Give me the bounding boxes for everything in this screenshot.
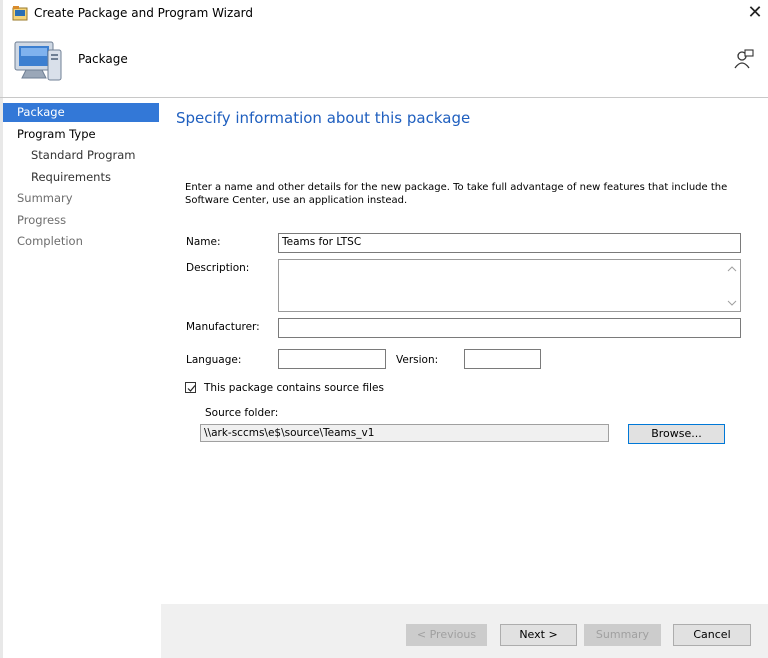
window-edge bbox=[0, 0, 3, 658]
nav-step-completion[interactable]: Completion bbox=[17, 232, 83, 251]
description-scrollbar[interactable] bbox=[724, 260, 740, 311]
source-files-label[interactable]: This package contains source files bbox=[204, 382, 384, 394]
scroll-down-icon[interactable] bbox=[727, 298, 737, 308]
browse-button[interactable]: Browse... bbox=[628, 424, 725, 444]
computer-icon bbox=[12, 38, 64, 84]
nav-step-label: Progress bbox=[17, 213, 67, 227]
nav-step-package[interactable]: Package bbox=[3, 103, 159, 122]
source-folder-field[interactable]: \\ark-sccms\e$\source\Teams_v1 bbox=[200, 424, 609, 442]
cancel-button[interactable]: Cancel bbox=[673, 624, 751, 646]
nav-step-requirements[interactable]: Requirements bbox=[31, 168, 111, 187]
nav-step-summary[interactable]: Summary bbox=[17, 189, 73, 208]
language-label: Language: bbox=[186, 354, 242, 366]
name-label: Name: bbox=[186, 236, 221, 248]
manufacturer-label: Manufacturer: bbox=[186, 321, 260, 333]
nav-step-progress[interactable]: Progress bbox=[17, 211, 66, 230]
nav-step-label: Program Type bbox=[17, 127, 96, 141]
name-field[interactable]: Teams for LTSC bbox=[278, 233, 741, 253]
page-heading: Specify information about this package bbox=[176, 109, 471, 127]
scroll-up-icon[interactable] bbox=[727, 264, 737, 274]
version-field[interactable] bbox=[464, 349, 541, 369]
intro-text: Enter a name and other details for the n… bbox=[185, 182, 728, 206]
wizard-app-icon bbox=[12, 6, 28, 21]
language-field[interactable] bbox=[278, 349, 386, 369]
manufacturer-field[interactable] bbox=[278, 318, 741, 338]
header-title: Package bbox=[78, 52, 128, 66]
nav-step-label: Package bbox=[17, 105, 65, 119]
wizard-window: Create Package and Program Wizard ✕ Pack… bbox=[0, 0, 768, 658]
nav-step-standard-program[interactable]: Standard Program bbox=[31, 146, 136, 165]
nav-step-label: Completion bbox=[17, 234, 83, 248]
nav-step-program-type[interactable]: Program Type bbox=[17, 125, 96, 144]
close-icon[interactable]: ✕ bbox=[744, 2, 766, 24]
wizard-header: Package bbox=[0, 28, 768, 98]
window-title: Create Package and Program Wizard bbox=[34, 6, 254, 20]
nav-step-label: Summary bbox=[17, 191, 73, 205]
source-files-checkbox[interactable] bbox=[185, 382, 196, 393]
description-field[interactable] bbox=[278, 259, 741, 312]
nav-step-label: Standard Program bbox=[31, 148, 136, 162]
summary-button[interactable]: Summary bbox=[584, 624, 661, 646]
title-bar: Create Package and Program Wizard ✕ bbox=[0, 0, 768, 28]
next-button[interactable]: Next > bbox=[500, 624, 577, 646]
help-person-icon[interactable] bbox=[733, 48, 755, 70]
description-label: Description: bbox=[186, 262, 250, 274]
nav-step-label: Requirements bbox=[31, 170, 111, 184]
version-label: Version: bbox=[396, 354, 439, 366]
source-folder-label: Source folder: bbox=[205, 407, 279, 419]
previous-button[interactable]: < Previous bbox=[406, 624, 487, 646]
